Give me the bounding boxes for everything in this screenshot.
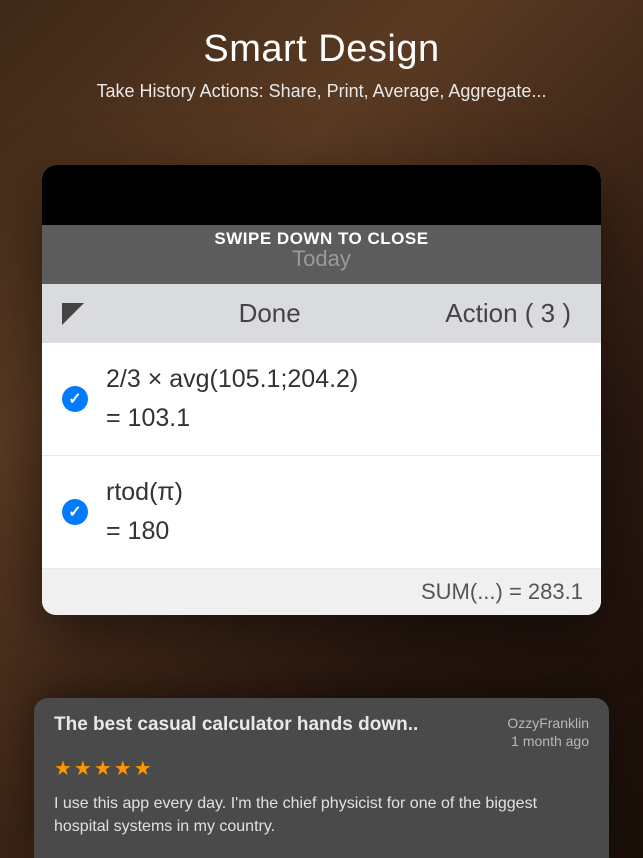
calc-content: rtod(π) = 180 — [106, 478, 581, 546]
dropdown-triangle-icon[interactable] — [62, 303, 84, 325]
star-rating-icon: ★★★★★ — [54, 756, 589, 781]
review-meta: OzzyFranklin 1 month ago — [507, 714, 589, 750]
swipe-header[interactable]: SWIPE DOWN TO CLOSE Today — [42, 225, 601, 284]
done-button[interactable]: Done — [94, 298, 445, 329]
history-list: ✓ 2/3 × avg(105.1;204.2) = 103.1 ✓ rtod(… — [42, 343, 601, 569]
history-item[interactable]: ✓ 2/3 × avg(105.1;204.2) = 103.1 — [42, 343, 601, 456]
hero-subtitle: Take History Actions: Share, Print, Aver… — [0, 81, 643, 102]
calc-expression: 2/3 × avg(105.1;204.2) — [106, 365, 581, 394]
review-author: OzzyFranklin — [507, 714, 589, 732]
checkmark-icon[interactable]: ✓ — [62, 386, 88, 412]
review-header: The best casual calculator hands down.. … — [54, 714, 589, 750]
history-item[interactable]: ✓ rtod(π) = 180 — [42, 456, 601, 569]
calc-expression: rtod(π) — [106, 478, 581, 507]
sum-footer: SUM(...) = 283.1 — [42, 569, 601, 615]
today-label: Today — [42, 246, 601, 272]
card-top-bar — [42, 165, 601, 225]
calc-result: = 103.1 — [106, 404, 581, 433]
calc-result: = 180 — [106, 517, 581, 546]
history-card: SWIPE DOWN TO CLOSE Today Done Action ( … — [42, 165, 601, 615]
review-body: I use this app every day. I'm the chief … — [54, 793, 589, 838]
action-button[interactable]: Action ( 3 ) — [445, 298, 581, 329]
review-title: The best casual calculator hands down.. — [54, 714, 507, 736]
history-toolbar: Done Action ( 3 ) — [42, 284, 601, 343]
checkmark-icon[interactable]: ✓ — [62, 499, 88, 525]
review-time: 1 month ago — [507, 732, 589, 750]
hero-title: Smart Design — [0, 0, 643, 71]
calc-content: 2/3 × avg(105.1;204.2) = 103.1 — [106, 365, 581, 433]
review-card: The best casual calculator hands down.. … — [34, 698, 609, 858]
